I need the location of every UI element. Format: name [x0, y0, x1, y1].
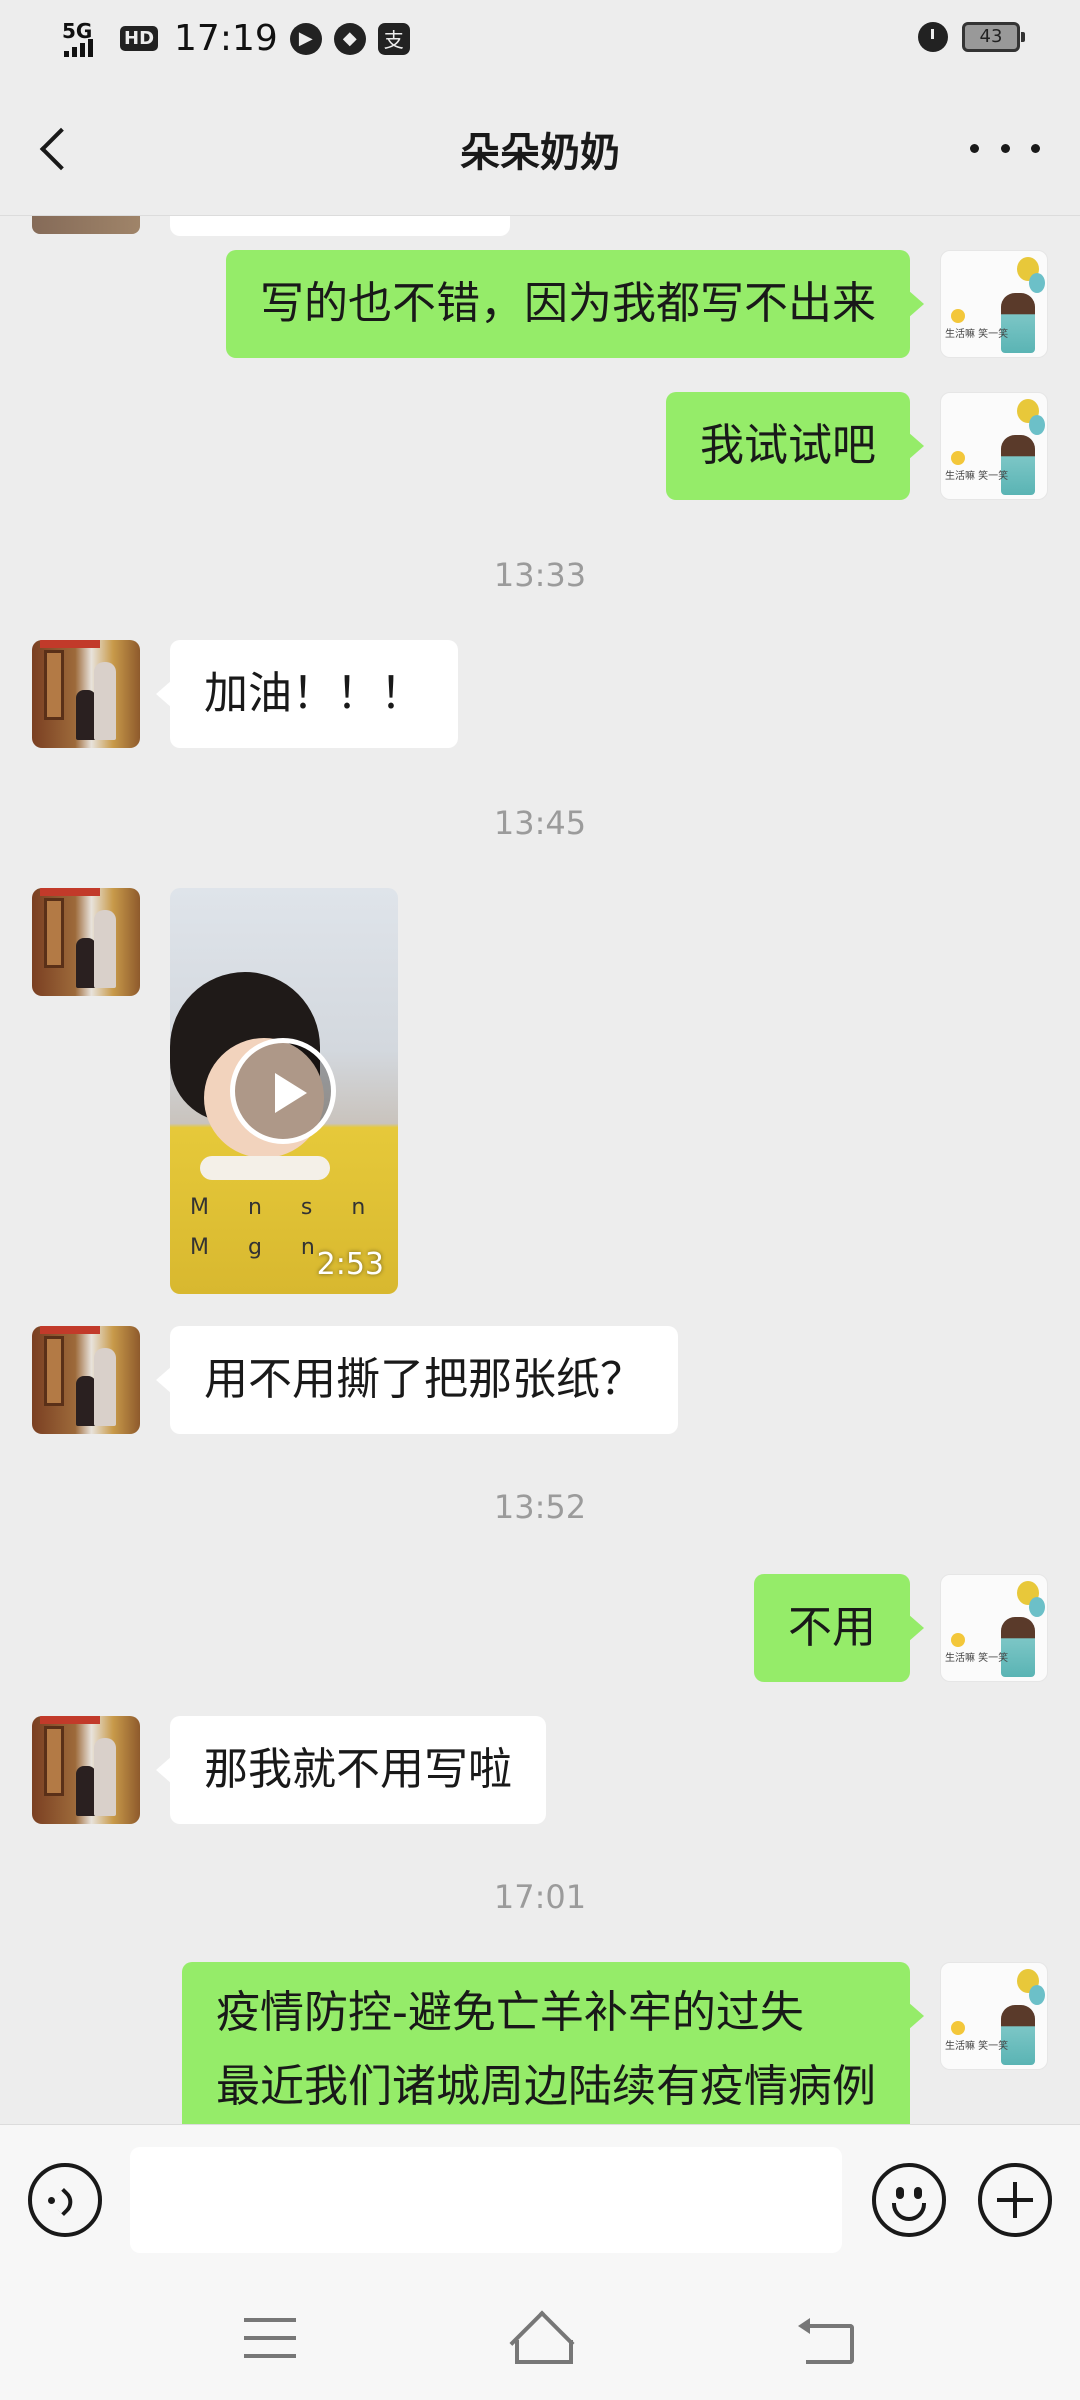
- message-list[interactable]: 生活嘛 笑一笑 写的也不错，因为我都写不出来 生活嘛 笑一笑 我试试吧 13:3…: [0, 216, 1080, 2124]
- message-line: 最近我们诸城周边陆续有疫情病例: [216, 2061, 876, 2112]
- message-bubble-sent-article[interactable]: 疫情防控-避免亡羊补牢的过失 最近我们诸城周边陆续有疫情病例: [182, 1962, 924, 2124]
- status-bar: 5G HD 17:19 ▶ ◆ 支 43: [0, 0, 1080, 80]
- play-notification-icon: ▶: [289, 22, 322, 55]
- message-bubble-received[interactable]: 用不用撕了把那张纸？: [156, 1326, 678, 1434]
- message-bubble-sent[interactable]: 写的也不错，因为我都写不出来: [226, 250, 924, 358]
- my-avatar[interactable]: 生活嘛 笑一笑: [940, 250, 1048, 358]
- battery-icon: 43: [962, 22, 1025, 52]
- my-avatar[interactable]: 生活嘛 笑一笑: [940, 392, 1048, 500]
- chat-header: 朵朵奶奶: [0, 80, 1080, 216]
- emoji-button[interactable]: [872, 2163, 946, 2237]
- contact-avatar[interactable]: [32, 640, 140, 748]
- my-avatar[interactable]: 生活嘛 笑一笑: [940, 1962, 1048, 2070]
- timestamp: 17:01: [493, 1878, 587, 1916]
- chat-input-bar: [0, 2124, 1080, 2276]
- alipay-notification-icon: 支: [377, 22, 410, 55]
- voice-input-button[interactable]: [28, 2163, 102, 2237]
- avatar-partial[interactable]: [32, 216, 140, 234]
- status-time: 17:19: [174, 18, 278, 59]
- recent-apps-button[interactable]: [244, 2318, 296, 2358]
- message-input[interactable]: [130, 2147, 842, 2253]
- more-options-button[interactable]: [970, 128, 1040, 168]
- signal-icon: 5G: [60, 19, 108, 59]
- system-back-button[interactable]: [796, 2316, 854, 2364]
- my-avatar[interactable]: 生活嘛 笑一笑: [940, 1574, 1048, 1682]
- more-functions-button[interactable]: [978, 2163, 1052, 2237]
- message-bubble-sent[interactable]: 不用: [754, 1574, 924, 1682]
- hd-badge: HD: [120, 26, 159, 51]
- video-message[interactable]: M n s n M g n 2:53: [170, 888, 398, 1294]
- contact-avatar[interactable]: [32, 888, 140, 996]
- compass-notification-icon: ◆: [333, 22, 366, 55]
- message-bubble-received[interactable]: 加油！！！: [156, 640, 458, 748]
- system-navigation-bar: [0, 2276, 1080, 2400]
- timestamp: 13:33: [493, 556, 587, 594]
- message-bubble-partial[interactable]: [170, 216, 510, 236]
- video-duration: 2:53: [316, 1247, 384, 1282]
- timestamp: 13:45: [493, 804, 587, 842]
- message-bubble-sent[interactable]: 我试试吧: [666, 392, 924, 500]
- home-button[interactable]: [505, 2314, 575, 2364]
- message-line: 疫情防控-避免亡羊补牢的过失: [216, 1987, 804, 2038]
- status-left: 5G HD 17:19 ▶ ◆ 支: [60, 18, 410, 59]
- contact-avatar[interactable]: [32, 1326, 140, 1434]
- alarm-icon: [918, 22, 948, 52]
- status-right: 43: [918, 22, 1025, 52]
- timestamp: 13:52: [493, 1488, 587, 1526]
- message-bubble-received[interactable]: 那我就不用写啦: [156, 1716, 546, 1824]
- chat-title: 朵朵奶奶: [460, 130, 620, 176]
- play-icon[interactable]: [230, 1038, 336, 1144]
- contact-avatar[interactable]: [32, 1716, 140, 1824]
